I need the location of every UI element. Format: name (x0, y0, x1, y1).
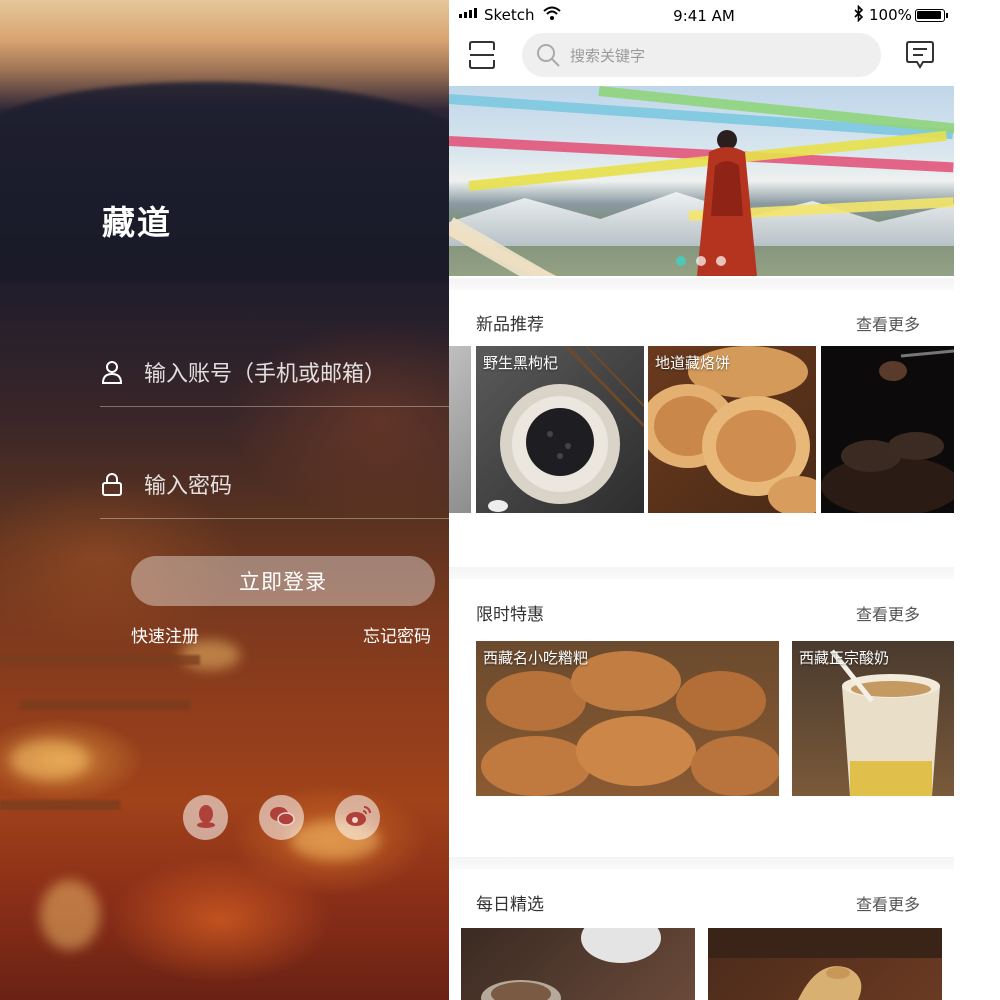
background-roof (0, 655, 200, 665)
scan-icon[interactable] (469, 41, 495, 69)
section-divider (449, 857, 954, 869)
product-card[interactable] (708, 928, 942, 1000)
home-screen: Sketch 9:41 AM 100% 搜索关键字 新品推荐 查看更多 野生黑枸… (449, 0, 954, 1000)
product-name: 西藏正宗酸奶 (799, 649, 890, 667)
banner-carousel[interactable] (449, 86, 954, 276)
background-roof (20, 700, 190, 710)
product-card[interactable]: 西藏名小吃糌粑 (476, 641, 779, 796)
register-link[interactable]: 快速注册 (131, 622, 199, 647)
product-name: 野生黑枸杞 (483, 354, 559, 372)
product-card[interactable] (821, 346, 954, 513)
weibo-login-button[interactable] (335, 795, 380, 840)
new-products-section: 新品推荐 查看更多 野生黑枸杞 地道藏烙饼 (449, 290, 954, 568)
product-card[interactable]: 野生黑枸杞 (476, 346, 644, 513)
wechat-icon (268, 804, 296, 832)
status-bar: Sketch 9:41 AM 100% (449, 0, 954, 30)
product-card[interactable] (449, 346, 471, 513)
account-placeholder: 输入账号（手机或邮箱） (144, 361, 387, 387)
section-divider (449, 567, 954, 579)
see-more-link[interactable]: 查看更多 (856, 601, 920, 625)
page-margin (954, 0, 1000, 1000)
see-more-link[interactable]: 查看更多 (856, 891, 920, 915)
section-title: 限时特惠 (476, 605, 544, 625)
section-divider (449, 278, 954, 290)
search-input[interactable]: 搜索关键字 (522, 33, 881, 77)
login-screen: 藏道 输入账号（手机或邮箱） 输入密码 立即登录 快速注册 忘记密码 (0, 0, 449, 1000)
product-card[interactable]: 地道藏烙饼 (648, 346, 816, 513)
top-bar: 搜索关键字 (449, 30, 954, 84)
background-mountain (0, 82, 449, 282)
daily-pick-image (481, 928, 661, 1000)
background-light (10, 740, 90, 780)
app-brand-title: 藏道 (102, 203, 172, 242)
wechat-login-button[interactable] (259, 795, 304, 840)
user-icon (100, 360, 124, 384)
account-field[interactable]: 输入账号（手机或邮箱） (100, 337, 449, 407)
qq-login-button[interactable] (183, 795, 228, 840)
see-more-link[interactable]: 查看更多 (856, 311, 920, 335)
weibo-icon (344, 804, 372, 832)
carrier-label: Sketch (484, 6, 535, 24)
section-title: 新品推荐 (476, 315, 544, 335)
search-placeholder: 搜索关键字 (570, 46, 646, 65)
forgot-password-link[interactable]: 忘记密码 (363, 622, 431, 647)
signal-icon (459, 8, 477, 18)
limited-offer-section: 限时特惠 查看更多 西藏名小吃糌粑 西藏正宗酸奶 (449, 579, 954, 857)
product-card[interactable]: 西藏正宗酸奶 (792, 641, 954, 796)
product-name: 西藏名小吃糌粑 (483, 649, 589, 667)
battery-percentage: 100% (869, 6, 912, 24)
password-field[interactable]: 输入密码 (100, 449, 449, 519)
background-roof (0, 800, 120, 810)
fungus-image (821, 349, 954, 513)
lock-icon (100, 472, 124, 496)
banner-person (697, 130, 757, 276)
daily-pick-image (708, 928, 942, 1000)
login-button[interactable]: 立即登录 (131, 556, 435, 606)
product-name: 地道藏烙饼 (655, 354, 731, 372)
background-light (40, 880, 100, 950)
carousel-dot[interactable] (676, 256, 686, 266)
product-card[interactable] (461, 928, 695, 1000)
daily-picks-section: 每日精选 查看更多 (449, 869, 954, 1000)
wifi-icon (543, 6, 561, 24)
search-icon (536, 43, 560, 67)
section-title: 每日精选 (476, 895, 544, 915)
carousel-dot[interactable] (696, 256, 706, 266)
qq-icon (194, 803, 218, 833)
carousel-dot[interactable] (716, 256, 726, 266)
message-icon[interactable] (906, 40, 934, 70)
carousel-dots (676, 256, 726, 266)
bluetooth-icon (854, 4, 864, 26)
password-placeholder: 输入密码 (144, 473, 233, 499)
battery-icon (915, 9, 948, 22)
status-time: 9:41 AM (673, 7, 735, 25)
